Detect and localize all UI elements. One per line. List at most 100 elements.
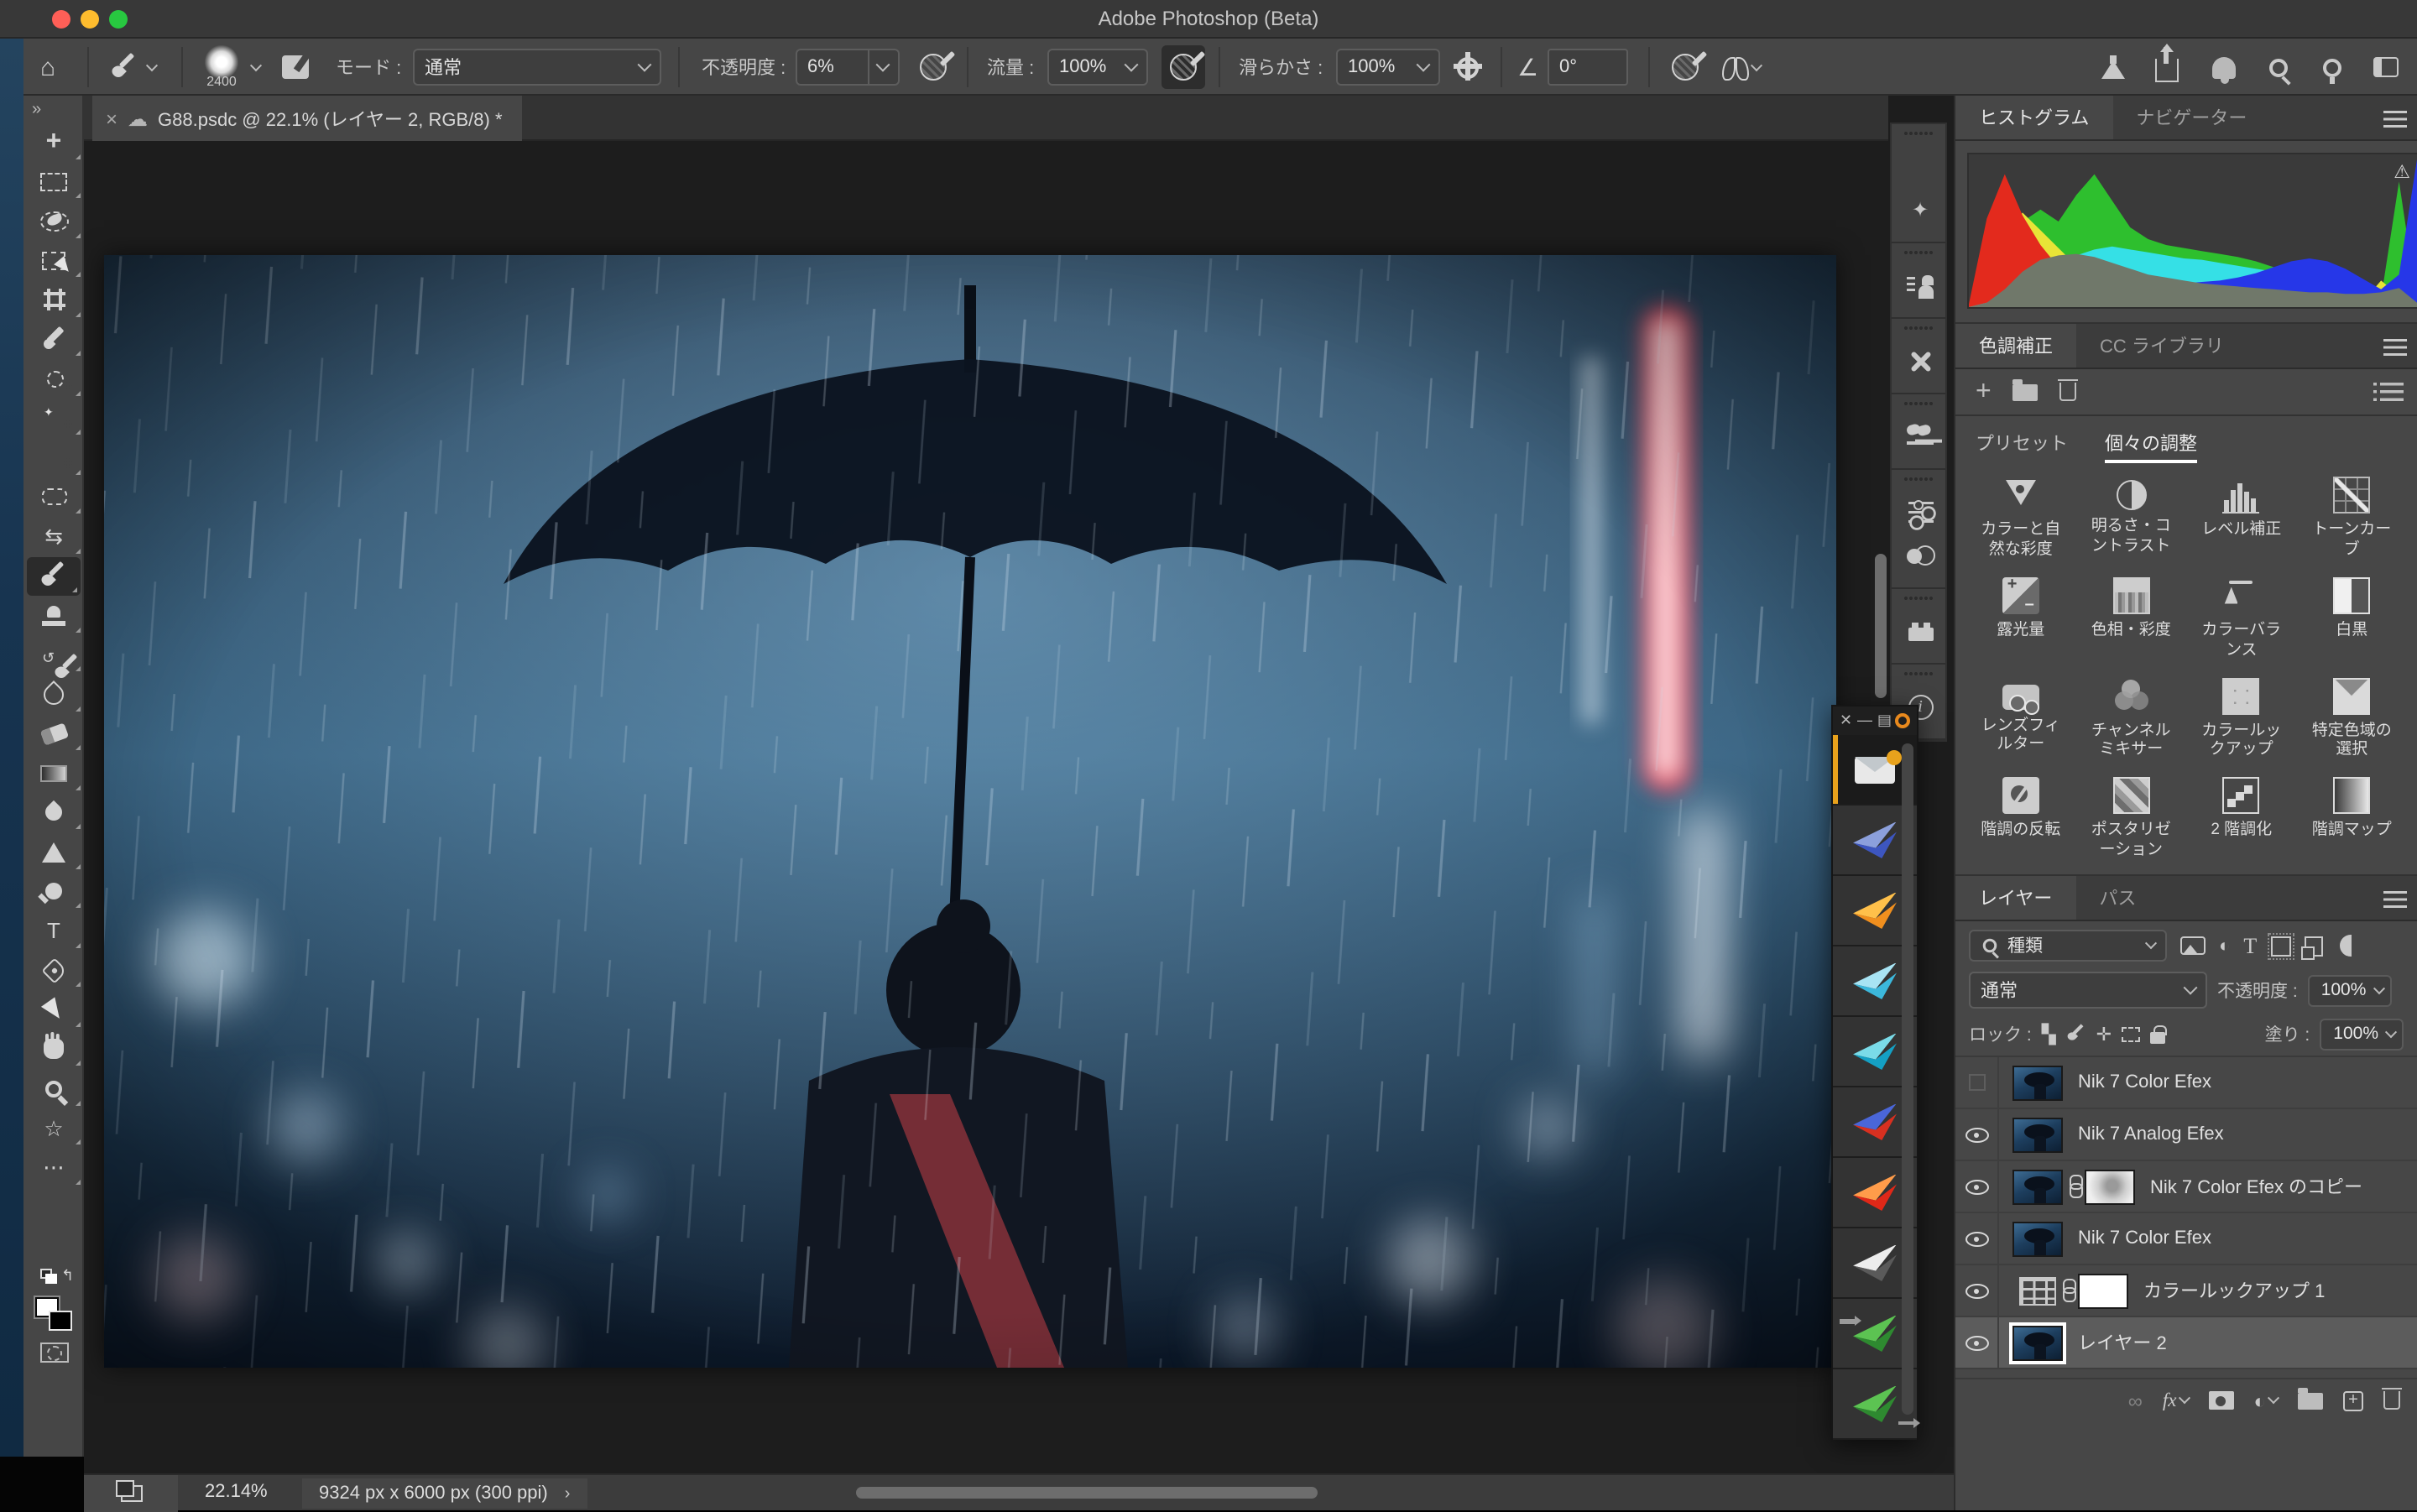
- adjustment-gradmap[interactable]: 階調マップ: [2297, 778, 2408, 862]
- quick-mask-button[interactable]: [39, 1343, 68, 1363]
- filter-adjustment-layers-icon[interactable]: ◐: [2219, 936, 2230, 956]
- magic-wand-icon[interactable]: ✦: [1892, 188, 1949, 232]
- layer-row-0[interactable]: Nik 7 Color Efex: [1955, 1057, 2417, 1109]
- status-zoom-level[interactable]: 22.14%: [205, 1482, 268, 1502]
- tab-navigator[interactable]: ナビゲーター: [2112, 96, 2270, 139]
- smoothing-select[interactable]: 100%: [1336, 39, 1440, 96]
- tool-crop[interactable]: [23, 280, 84, 320]
- tool-patch[interactable]: [23, 477, 84, 517]
- share-button[interactable]: [2155, 39, 2179, 96]
- adjustment-vibrance[interactable]: カラーと自 然な彩度: [1965, 477, 2076, 560]
- adjustment-bw[interactable]: 白黒: [2297, 577, 2408, 661]
- layer-blend-mode-select[interactable]: 通常: [1969, 972, 2207, 1009]
- layer-mask-thumbnail[interactable]: [2078, 1273, 2128, 1308]
- document-size-box[interactable]: 9324 px x 6000 px (300 ppi) ›: [302, 1478, 587, 1509]
- comments-icon[interactable]: [1892, 414, 1949, 458]
- brush-angle-field[interactable]: 0°: [1548, 39, 1628, 96]
- tool-healing-brush[interactable]: [23, 438, 84, 477]
- symmetry-button[interactable]: [1722, 39, 1761, 96]
- tool-custom-shape[interactable]: ☆: [23, 1108, 84, 1148]
- smoothing-options-button[interactable]: [1457, 39, 1479, 96]
- layer-row-1[interactable]: Nik 7 Analog Efex: [1955, 1109, 2417, 1161]
- size-pressure-toggle[interactable]: [1672, 39, 1699, 96]
- layer-row-4[interactable]: カラールックアップ 1: [1955, 1265, 2417, 1317]
- tool-object-selection[interactable]: [23, 241, 84, 280]
- blend-mode-select[interactable]: 通常: [413, 39, 661, 96]
- layer-thumbnail[interactable]: [2012, 1117, 2063, 1152]
- panel-menu-icon[interactable]: [2383, 339, 2407, 356]
- search-button[interactable]: [2269, 39, 2288, 96]
- tool-selection-brush[interactable]: [23, 201, 84, 241]
- tool-eraser[interactable]: [23, 714, 84, 753]
- filter-type-layers-icon[interactable]: T: [2243, 932, 2257, 959]
- tool-edit-toolbar[interactable]: ⋯: [23, 1148, 84, 1187]
- layer-effects-icon[interactable]: fx: [2163, 1390, 2189, 1410]
- tab-adjustments[interactable]: 色調補正: [1955, 324, 2076, 368]
- tool-blur[interactable]: [23, 793, 84, 832]
- plugins-icon[interactable]: [1892, 609, 1949, 653]
- new-adjustment-layer-icon[interactable]: ◐: [2254, 1389, 2279, 1412]
- flow-select[interactable]: 100%: [1047, 39, 1148, 96]
- canvas-horizontal-scrollbar[interactable]: [856, 1487, 1318, 1499]
- layer-row-2[interactable]: Nik 7 Color Efex のコピー: [1955, 1161, 2417, 1213]
- layer-mask-thumbnail[interactable]: [2085, 1169, 2135, 1204]
- filter-pixel-layers-icon[interactable]: [2180, 936, 2206, 955]
- tool-spot-healing-brush[interactable]: ✦: [23, 399, 84, 438]
- lock-paint-icon[interactable]: [2066, 1024, 2086, 1044]
- lock-artboard-icon[interactable]: [2122, 1026, 2140, 1041]
- layer-name[interactable]: レイヤー 2: [2078, 1329, 2167, 1356]
- adjustment-curves[interactable]: トーンカー ブ: [2297, 477, 2408, 560]
- tool-content-aware-move[interactable]: ⇆: [23, 517, 84, 556]
- toggle-brush-panel-button[interactable]: [282, 39, 309, 96]
- nik-scrollbar[interactable]: [1902, 743, 1913, 1415]
- layer-visibility-eye-icon[interactable]: [1955, 1317, 1999, 1368]
- adjustment-bright[interactable]: 明るさ・コ ントラスト: [2076, 477, 2187, 560]
- layer-fill-select[interactable]: 100%: [2320, 1018, 2404, 1050]
- nik-close-icon[interactable]: ✕: [1840, 713, 1852, 728]
- layer-row-5[interactable]: レイヤー 2: [1955, 1317, 2417, 1369]
- tool-preset-button[interactable]: [111, 39, 156, 96]
- layer-visibility-eye-icon[interactable]: [1955, 1213, 1999, 1264]
- tool-type[interactable]: T: [23, 911, 84, 951]
- tool-history-brush[interactable]: ↺: [23, 635, 84, 675]
- trash-icon[interactable]: [2060, 383, 2077, 401]
- screen-mode-button[interactable]: [84, 1475, 178, 1512]
- airbrush-toggle[interactable]: [1162, 45, 1205, 89]
- histogram-warning-icon[interactable]: ⚠: [2394, 161, 2410, 183]
- background-color[interactable]: [49, 1311, 72, 1331]
- toolbar-expand-chevron[interactable]: »: [23, 96, 82, 123]
- canvas-area[interactable]: « 被写体を選択背景を削除カラーを調整 ✦⊿◐⊞⋯: [84, 141, 1888, 1473]
- subtab-single-adjustments[interactable]: 個々の調整: [2105, 430, 2197, 463]
- new-layer-icon[interactable]: +: [2343, 1390, 2363, 1410]
- tool-dodge[interactable]: [23, 872, 84, 911]
- tool-move[interactable]: +: [23, 123, 84, 162]
- layer-name[interactable]: Nik 7 Color Efex: [2078, 1228, 2211, 1249]
- folder-icon[interactable]: [2013, 383, 2039, 400]
- tool-smudge[interactable]: [23, 675, 84, 714]
- brush-picker-chevron[interactable]: [252, 39, 260, 96]
- layer-name[interactable]: Nik 7 Color Efex: [2078, 1072, 2211, 1092]
- tool-remove-tool[interactable]: [23, 359, 84, 399]
- layer-name[interactable]: Nik 7 Color Efex のコピー: [2150, 1173, 2362, 1200]
- tool-rectangular-marquee[interactable]: [23, 162, 84, 201]
- layer-name[interactable]: カラールックアップ 1: [2143, 1277, 2325, 1304]
- adjustment-exposure[interactable]: 露光量: [1965, 577, 2076, 661]
- properties-icon[interactable]: [1892, 490, 1949, 534]
- tool-eyedropper[interactable]: [23, 320, 84, 359]
- actions-icon[interactable]: [1892, 263, 1949, 307]
- delete-layer-icon[interactable]: [2383, 1391, 2400, 1410]
- layer-thumbnail[interactable]: [2012, 1169, 2063, 1204]
- subtab-presets[interactable]: プリセット: [1976, 430, 2068, 463]
- layer-row-3[interactable]: Nik 7 Color Efex: [1955, 1213, 2417, 1265]
- layer-search-select[interactable]: 種類: [1969, 930, 2167, 962]
- adjustment-lens[interactable]: レンズフィ ルター: [1965, 677, 2076, 761]
- layer-visibility-eye-icon[interactable]: [1955, 1109, 1999, 1160]
- document-tab[interactable]: × ☁ G88.psdc @ 22.1% (レイヤー 2, RGB/8) *: [92, 96, 523, 141]
- tool-sharpen[interactable]: [23, 832, 84, 872]
- layer-thumbnail[interactable]: [2012, 1325, 2063, 1360]
- tools-panel-icon[interactable]: [1892, 339, 1949, 383]
- adjustment-hue[interactable]: 色相・彩度: [2076, 577, 2187, 661]
- tool-brush[interactable]: [27, 556, 81, 596]
- tab-histogram[interactable]: ヒストグラム: [1955, 96, 2112, 139]
- mask-link-icon[interactable]: [2068, 1175, 2080, 1198]
